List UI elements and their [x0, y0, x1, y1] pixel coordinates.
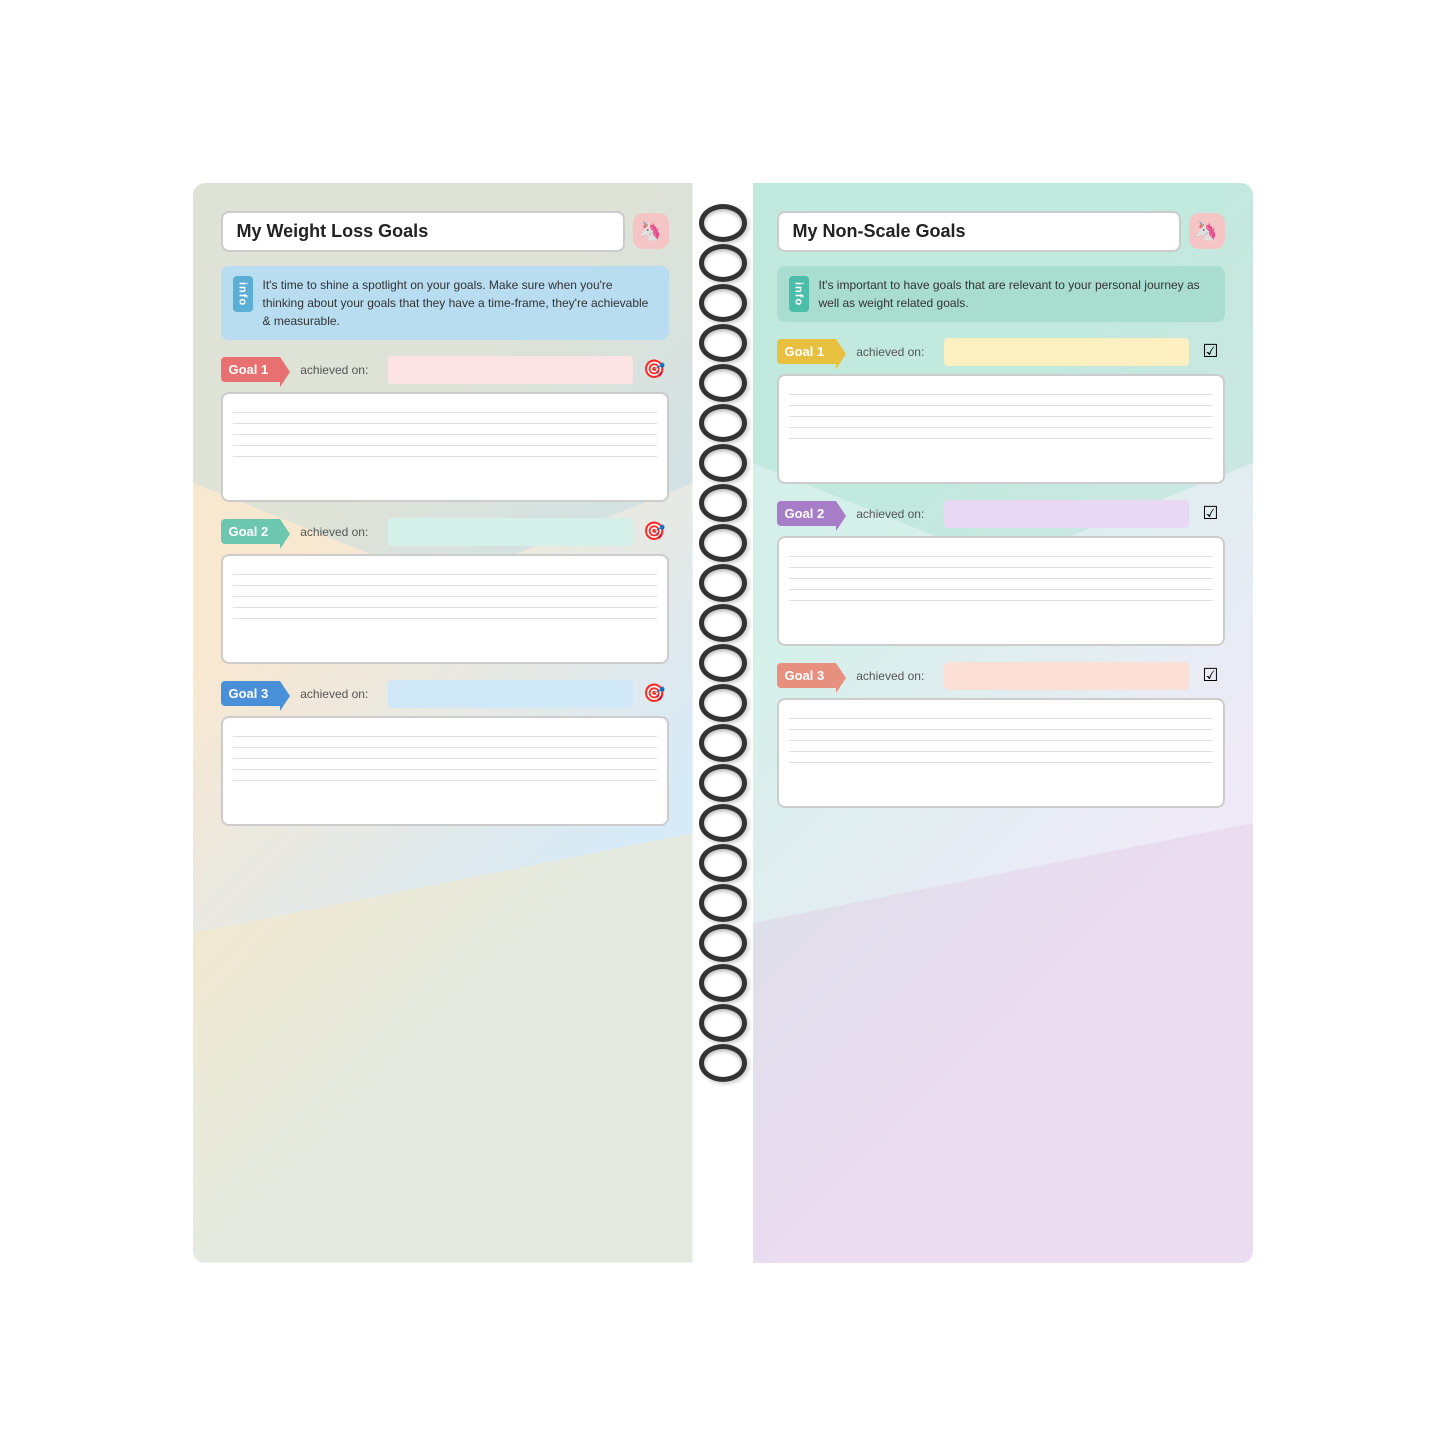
spiral-coil — [699, 884, 747, 922]
spiral-coil — [699, 804, 747, 842]
page-left: My Weight Loss Goals 🦄 info It's time to… — [193, 183, 693, 1263]
left-info-label: info — [233, 276, 253, 312]
spiral-coil — [699, 364, 747, 402]
spiral-binding — [693, 183, 753, 1263]
left-help-badge[interactable]: 🦄 — [633, 213, 669, 249]
right-goal-2-badge: Goal 2 — [777, 501, 837, 526]
left-goal-2-badge: Goal 2 — [221, 519, 281, 544]
right-goal-1-achieved-field[interactable] — [944, 338, 1188, 366]
right-goal-2-section: Goal 2 achieved on: ☑ — [777, 500, 1225, 646]
left-goal-2-achieved-label: achieved on: — [300, 525, 368, 539]
right-goal-2-achieved-field[interactable] — [944, 500, 1188, 528]
spiral-coil — [699, 1044, 747, 1082]
spiral-coil — [699, 964, 747, 1002]
notebook: My Weight Loss Goals 🦄 info It's time to… — [193, 183, 1253, 1263]
left-title-box: My Weight Loss Goals 🦄 — [221, 211, 669, 252]
left-goal-3-lines[interactable] — [221, 716, 669, 826]
spiral-coil — [699, 484, 747, 522]
right-title-box: My Non-Scale Goals 🦄 — [777, 211, 1225, 252]
spiral-coil — [699, 324, 747, 362]
left-goal-1-section: Goal 1 achieved on: 🎯 — [221, 356, 669, 502]
right-goal-3-achieved-field[interactable] — [944, 662, 1188, 690]
right-info-label: info — [789, 276, 809, 312]
spiral-coil — [699, 684, 747, 722]
spiral-coil — [699, 604, 747, 642]
right-goal-2-icon: ☑ — [1197, 500, 1225, 528]
spiral-coil — [699, 244, 747, 282]
left-goal-1-achieved-field[interactable] — [388, 356, 632, 384]
left-goal-3-badge: Goal 3 — [221, 681, 281, 706]
spiral-coil — [699, 204, 747, 242]
right-goal-2-achieved-label: achieved on: — [856, 507, 924, 521]
left-goal-2-icon: 🎯 — [641, 518, 669, 546]
spiral-coil — [699, 764, 747, 802]
spiral-coil — [699, 844, 747, 882]
left-goal-1-badge: Goal 1 — [221, 357, 281, 382]
left-goal-1-icon: 🎯 — [641, 356, 669, 384]
left-goal-3-achieved-field[interactable] — [388, 680, 632, 708]
right-goal-3-section: Goal 3 achieved on: ☑ — [777, 662, 1225, 808]
left-info-box: info It's time to shine a spotlight on y… — [221, 266, 669, 340]
left-goal-2-lines[interactable] — [221, 554, 669, 664]
right-goal-3-lines[interactable] — [777, 698, 1225, 808]
left-page-title: My Weight Loss Goals — [221, 211, 625, 252]
right-help-badge[interactable]: 🦄 — [1189, 213, 1225, 249]
right-goal-2-lines[interactable] — [777, 536, 1225, 646]
right-info-text: It's important to have goals that are re… — [819, 276, 1213, 312]
spiral-coil — [699, 724, 747, 762]
spiral-coil — [699, 644, 747, 682]
left-goal-3-achieved-label: achieved on: — [300, 687, 368, 701]
page-right: My Non-Scale Goals 🦄 info It's important… — [753, 183, 1253, 1263]
left-goal-2-achieved-field[interactable] — [388, 518, 632, 546]
right-goal-2-header: Goal 2 achieved on: ☑ — [777, 500, 1225, 528]
left-goal-1-header: Goal 1 achieved on: 🎯 — [221, 356, 669, 384]
right-goal-3-header: Goal 3 achieved on: ☑ — [777, 662, 1225, 690]
right-goal-3-achieved-label: achieved on: — [856, 669, 924, 683]
spiral-coil — [699, 404, 747, 442]
right-goal-1-header: Goal 1 achieved on: ☑ — [777, 338, 1225, 366]
right-goal-1-section: Goal 1 achieved on: ☑ — [777, 338, 1225, 484]
right-goal-1-badge: Goal 1 — [777, 339, 837, 364]
left-goal-1-achieved-label: achieved on: — [300, 363, 368, 377]
right-goal-3-icon: ☑ — [1197, 662, 1225, 690]
right-page-title: My Non-Scale Goals — [777, 211, 1181, 252]
left-info-text: It's time to shine a spotlight on your g… — [263, 276, 657, 330]
left-goal-3-icon: 🎯 — [641, 680, 669, 708]
left-goal-3-section: Goal 3 achieved on: 🎯 — [221, 680, 669, 826]
left-goal-3-header: Goal 3 achieved on: 🎯 — [221, 680, 669, 708]
left-goal-2-header: Goal 2 achieved on: 🎯 — [221, 518, 669, 546]
left-goal-2-section: Goal 2 achieved on: 🎯 — [221, 518, 669, 664]
spiral-coil — [699, 444, 747, 482]
right-goal-1-lines[interactable] — [777, 374, 1225, 484]
right-goal-3-badge: Goal 3 — [777, 663, 837, 688]
right-help-icon: 🦄 — [1195, 221, 1217, 242]
spiral-coil — [699, 1004, 747, 1042]
right-goal-1-icon: ☑ — [1197, 338, 1225, 366]
right-goal-1-achieved-label: achieved on: — [856, 345, 924, 359]
spiral-coil — [699, 284, 747, 322]
right-info-box: info It's important to have goals that a… — [777, 266, 1225, 322]
spiral-coil — [699, 564, 747, 602]
left-help-icon: 🦄 — [639, 221, 661, 242]
spiral-coil — [699, 924, 747, 962]
left-goal-1-lines[interactable] — [221, 392, 669, 502]
spiral-coil — [699, 524, 747, 562]
